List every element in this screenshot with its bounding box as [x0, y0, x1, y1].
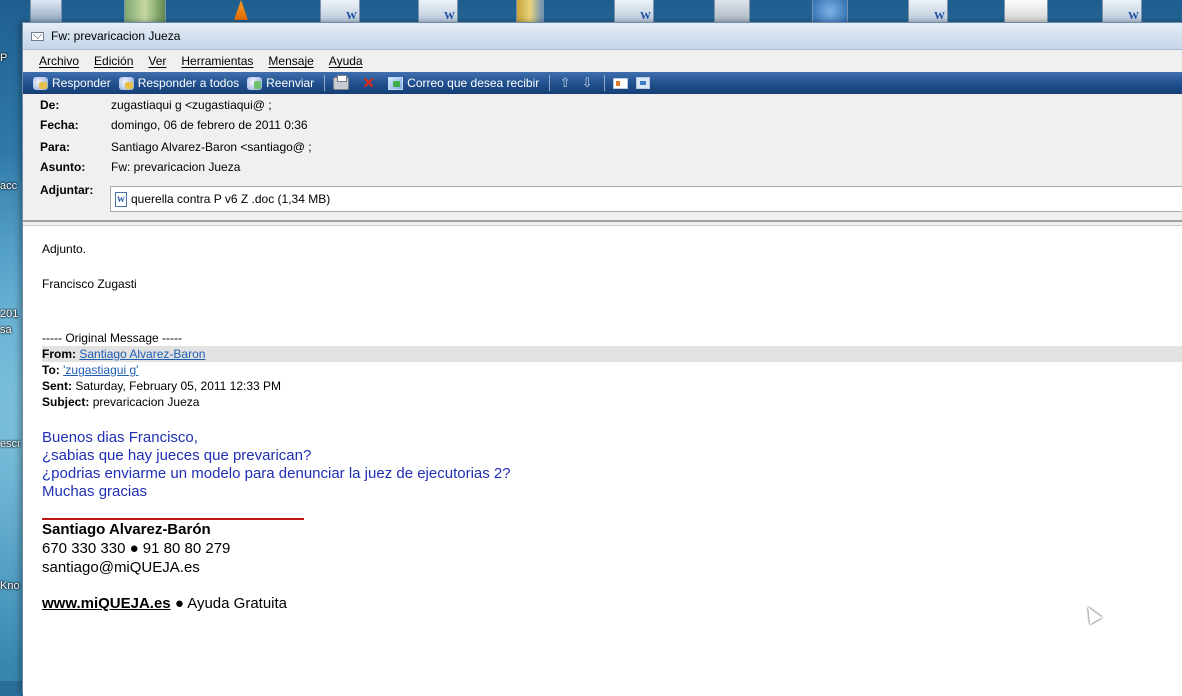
- date-value: domingo, 06 de febrero de 2011 0:36: [111, 118, 308, 132]
- orig-sent-value: Saturday, February 05, 2011 12:33 PM: [75, 379, 282, 393]
- orig-from-link[interactable]: Santiago Alvarez-Baron: [79, 347, 205, 361]
- reply-all-button[interactable]: Responder a todos: [118, 76, 240, 90]
- contacts-card-icon[interactable]: [613, 77, 629, 89]
- body-line: Francisco Zugasti: [42, 277, 137, 291]
- subject-header: Asunto: Fw: prevaricacion Jueza: [40, 158, 240, 176]
- envelope-icon: [31, 31, 44, 41]
- body-line: Adjunto.: [42, 242, 87, 256]
- reply-all-label: Responder a todos: [137, 76, 240, 90]
- toolbar-separator: [324, 75, 326, 91]
- subject-value: Fw: prevaricacion Jueza: [111, 160, 241, 174]
- delete-x-icon: ✕: [362, 74, 375, 92]
- orig-from-row: From: Santiago Alvarez-Baron: [42, 347, 205, 361]
- menu-ayuda[interactable]: Ayuda: [329, 54, 363, 68]
- toolbar-separator: [549, 75, 551, 91]
- signature-web-link[interactable]: www.miQUEJA.es: [42, 595, 171, 612]
- desktop-label: 201: [0, 308, 19, 320]
- desktop-label: P: [0, 52, 8, 64]
- attachment-link[interactable]: querella contra P v6 Z .doc (1,34 MB): [131, 192, 330, 206]
- to-header: Para: Santiago Alvarez-Baron <santiago@ …: [40, 138, 312, 156]
- forward-icon: [247, 76, 263, 90]
- encoding-icon[interactable]: [636, 77, 651, 89]
- forward-button[interactable]: Reenviar: [247, 76, 314, 90]
- word-document-icon[interactable]: [1102, 0, 1142, 23]
- signature-web-row: www.miQUEJA.es ● Ayuda Gratuita: [42, 595, 287, 612]
- previous-arrow-icon[interactable]: ⇧: [558, 75, 572, 91]
- recycle-bin-icon[interactable]: [30, 0, 62, 23]
- signature-divider: [42, 518, 304, 520]
- junk-label: Correo que desea recibir: [407, 76, 540, 90]
- next-arrow-icon[interactable]: ⇩: [580, 75, 594, 91]
- desktop-label: sa: [0, 324, 12, 336]
- word-document-icon[interactable]: [908, 0, 948, 23]
- attach-label: Adjuntar:: [40, 183, 94, 197]
- word-document-icon: W: [115, 191, 127, 207]
- signature-name: Santiago Alvarez-Barón: [42, 521, 211, 538]
- message-line: ¿podrias enviarme un modelo para denunci…: [42, 465, 511, 482]
- image-file-icon[interactable]: [124, 0, 166, 23]
- orig-to-label: To:: [42, 363, 60, 377]
- reply-icon: [33, 76, 48, 90]
- message-line: ¿sabias que hay jueces que prevarican?: [42, 447, 312, 464]
- desktop-label: acc: [0, 180, 18, 192]
- orig-to-row: To: 'zugastiagui g': [42, 363, 138, 377]
- signature-email: santiago@miQUEJA.es: [42, 559, 200, 576]
- blank-file-icon[interactable]: [714, 0, 750, 23]
- forward-label: Reenviar: [266, 76, 315, 90]
- signature-phones: 670 330 330 ● 91 80 80 279: [42, 540, 231, 557]
- message-line: Muchas gracias: [42, 483, 148, 500]
- menu-mensaje[interactable]: Mensaje: [268, 54, 313, 68]
- signature-tagline: ● Ayuda Gratuita: [174, 595, 288, 612]
- attachment-box: W querella contra P v6 Z .doc (1,34 MB): [110, 186, 1182, 212]
- orig-subject-row: Subject: prevaricacion Jueza: [42, 395, 199, 409]
- original-message-header: ----- Original Message -----: [42, 331, 183, 345]
- menu-archivo[interactable]: Archivo: [39, 54, 79, 68]
- to-value[interactable]: Santiago Alvarez-Baron <santiago@ ;: [111, 140, 312, 154]
- word-document-icon[interactable]: [614, 0, 654, 23]
- from-header: De: zugastiaqui g <zugastiaqui@ ;: [40, 96, 272, 114]
- menu-bar: Archivo Edición Ver Herramientas Mensaje…: [23, 50, 1182, 72]
- attach-header: Adjuntar:: [40, 181, 111, 199]
- junk-button[interactable]: Correo que desea recibir: [388, 76, 539, 90]
- vlc-cone-icon[interactable]: [234, 0, 248, 20]
- date-label: Fecha:: [40, 118, 79, 132]
- book-icon[interactable]: [516, 0, 544, 23]
- menu-herramientas[interactable]: Herramientas: [181, 54, 253, 68]
- from-label: De:: [40, 98, 60, 112]
- desktop-label: Kno: [0, 580, 20, 592]
- date-header: Fecha: domingo, 06 de febrero de 2011 0:…: [40, 116, 308, 134]
- word-document-icon[interactable]: [320, 0, 360, 23]
- orig-from-highlight: [42, 346, 1182, 362]
- word-document-icon[interactable]: [418, 0, 458, 23]
- document-icon[interactable]: [1004, 0, 1048, 23]
- to-label: Para:: [40, 140, 71, 154]
- title-bar[interactable]: Fw: prevaricacion Jueza: [23, 23, 1182, 50]
- menu-edicion[interactable]: Edición: [94, 54, 133, 68]
- reply-label: Responder: [52, 76, 111, 90]
- orig-sent-row: Sent: Saturday, February 05, 2011 12:33 …: [42, 379, 281, 393]
- print-button[interactable]: [333, 74, 353, 90]
- globe-file-icon[interactable]: [812, 0, 848, 23]
- orig-subject-label: Subject:: [42, 395, 90, 409]
- orig-subject-value: prevaricacion Jueza: [92, 395, 200, 409]
- orig-from-label: From:: [42, 347, 76, 361]
- message-window: Fw: prevaricacion Jueza Archivo Edición …: [22, 22, 1182, 696]
- message-headers: De: zugastiaqui g <zugastiaqui@ ; Fecha:…: [23, 94, 1182, 222]
- toolbar-separator: [604, 75, 606, 91]
- delete-button[interactable]: ✕: [361, 74, 380, 92]
- printer-icon: [333, 74, 350, 90]
- toolbar: Responder Responder a todos Reenviar ✕ C…: [23, 72, 1182, 94]
- orig-to-link[interactable]: 'zugastiagui g': [63, 363, 138, 377]
- reply-all-icon: [118, 76, 134, 90]
- menu-ver[interactable]: Ver: [148, 54, 166, 68]
- message-line: Buenos dias Francisco,: [42, 429, 198, 446]
- from-value[interactable]: zugastiaqui g <zugastiaqui@ ;: [111, 98, 272, 112]
- junk-mail-icon: [388, 76, 404, 90]
- reply-button[interactable]: Responder: [33, 76, 111, 90]
- subject-label: Asunto:: [40, 160, 86, 174]
- desktop-label: escr: [0, 438, 21, 450]
- message-body: Adjunto. Francisco Zugasti ----- Origina…: [23, 225, 1182, 696]
- orig-sent-label: Sent:: [42, 379, 72, 393]
- window-title: Fw: prevaricacion Jueza: [51, 29, 181, 43]
